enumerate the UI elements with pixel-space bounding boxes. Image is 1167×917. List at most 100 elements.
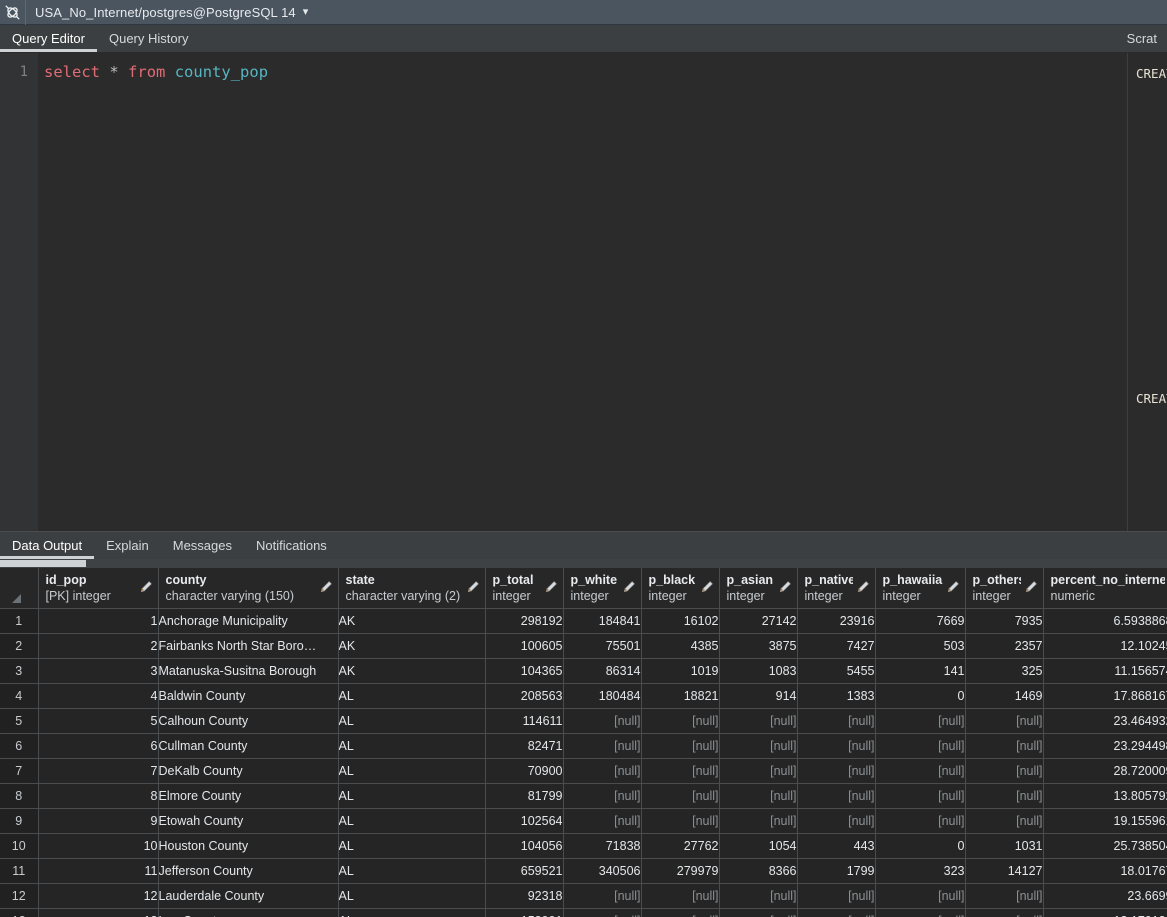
cell-p_total[interactable]: 70900 <box>485 758 564 784</box>
cell-state[interactable]: AL <box>338 833 486 859</box>
cell-percent_no_internet[interactable]: 18.0176706 <box>1043 858 1167 884</box>
cell-id_pop[interactable]: 1 <box>38 608 159 634</box>
cell-p_black[interactable]: [null] <box>641 758 720 784</box>
cell-p_white[interactable]: [null] <box>563 758 642 784</box>
row-number[interactable]: 7 <box>0 758 39 784</box>
cell-p_native[interactable]: [null] <box>797 883 876 909</box>
cell-p_total[interactable]: 158991 <box>485 908 564 917</box>
cell-county[interactable]: Lee County <box>158 908 339 917</box>
row-number[interactable]: 1 <box>0 608 39 634</box>
cell-p_native[interactable]: [null] <box>797 908 876 917</box>
cell-p_others[interactable]: [null] <box>965 783 1044 809</box>
tab-data-output[interactable]: Data Output <box>0 532 95 559</box>
pencil-icon[interactable] <box>466 580 480 594</box>
row-number[interactable]: 13 <box>0 908 39 917</box>
cell-percent_no_internet[interactable]: 23.46493223 <box>1043 708 1167 734</box>
connection-title[interactable]: USA_No_Internet/postgres@PostgreSQL 14 <box>26 5 296 20</box>
cell-p_hawaiian[interactable]: [null] <box>875 883 966 909</box>
cell-state[interactable]: AL <box>338 908 486 917</box>
cell-p_asian[interactable]: [null] <box>719 808 798 834</box>
cell-p_asian[interactable]: 1083 <box>719 658 798 684</box>
cell-county[interactable]: Jefferson County <box>158 858 339 884</box>
cell-p_hawaiian[interactable]: 141 <box>875 658 966 684</box>
cell-p_total[interactable]: 102564 <box>485 808 564 834</box>
pencil-icon[interactable] <box>544 580 558 594</box>
cell-percent_no_internet[interactable]: 13.17013175 <box>1043 908 1167 917</box>
cell-p_total[interactable]: 208563 <box>485 683 564 709</box>
cell-p_native[interactable]: 7427 <box>797 633 876 659</box>
cell-p_native[interactable]: 443 <box>797 833 876 859</box>
cell-p_others[interactable]: [null] <box>965 883 1044 909</box>
cell-id_pop[interactable]: 10 <box>38 833 159 859</box>
scratch-pad-content[interactable]: CREAT Id co st P_ P_ P_ P_ P_ P_ P_ pe )… <box>1128 53 1167 531</box>
cell-p_hawaiian[interactable]: 0 <box>875 683 966 709</box>
cell-p_black[interactable]: [null] <box>641 808 720 834</box>
table-row[interactable]: 7 7 DeKalb County AL 70900 [null] [null] [null]… <box>0 758 1167 784</box>
tab-messages[interactable]: Messages <box>161 532 244 559</box>
table-row[interactable]: 3 3 Matanuska-Susitna Borough AK 104365 86314… <box>0 658 1167 684</box>
cell-id_pop[interactable]: 13 <box>38 908 159 917</box>
cell-p_native[interactable]: 5455 <box>797 658 876 684</box>
connection-icon-box[interactable] <box>0 0 26 25</box>
cell-county[interactable]: Fairbanks North Star Boro… <box>158 633 339 659</box>
cell-id_pop[interactable]: 3 <box>38 658 159 684</box>
cell-p_hawaiian[interactable]: [null] <box>875 908 966 917</box>
row-number[interactable]: 9 <box>0 808 39 834</box>
row-number[interactable]: 5 <box>0 708 39 734</box>
cell-p_white[interactable]: 340506 <box>563 858 642 884</box>
grid-column-header-state[interactable]: state character varying (2) <box>338 568 486 609</box>
cell-p_hawaiian[interactable]: [null] <box>875 783 966 809</box>
cell-p_total[interactable]: 114611 <box>485 708 564 734</box>
cell-state[interactable]: AL <box>338 783 486 809</box>
cell-state[interactable]: AL <box>338 733 486 759</box>
table-row[interactable]: 8 8 Elmore County AL 81799 [null] [null] [null]… <box>0 783 1167 809</box>
cell-percent_no_internet[interactable]: 19.15596141 <box>1043 808 1167 834</box>
row-number[interactable]: 12 <box>0 883 39 909</box>
cell-p_asian[interactable]: 8366 <box>719 858 798 884</box>
cell-p_white[interactable]: 75501 <box>563 633 642 659</box>
cell-p_others[interactable]: [null] <box>965 758 1044 784</box>
grid-column-header-p_others[interactable]: p_others integer <box>965 568 1044 609</box>
cell-p_total[interactable]: 82471 <box>485 733 564 759</box>
cell-id_pop[interactable]: 4 <box>38 683 159 709</box>
cell-p_native[interactable]: 23916 <box>797 608 876 634</box>
cell-p_white[interactable]: [null] <box>563 708 642 734</box>
cell-p_asian[interactable]: 3875 <box>719 633 798 659</box>
cell-state[interactable]: AL <box>338 808 486 834</box>
tab-explain[interactable]: Explain <box>94 532 161 559</box>
table-row[interactable]: 4 4 Baldwin County AL 208563 180484 18821 914 13… <box>0 683 1167 709</box>
cell-id_pop[interactable]: 7 <box>38 758 159 784</box>
pencil-icon[interactable] <box>778 580 792 594</box>
cell-county[interactable]: Elmore County <box>158 783 339 809</box>
cell-p_white[interactable]: 86314 <box>563 658 642 684</box>
cell-county[interactable]: Cullman County <box>158 733 339 759</box>
table-row[interactable]: 6 6 Cullman County AL 82471 [null] [null] [null… <box>0 733 1167 759</box>
pencil-icon[interactable] <box>1024 580 1038 594</box>
sql-editor-code[interactable]: select * from county_pop <box>38 53 1127 531</box>
pencil-icon[interactable] <box>139 580 153 594</box>
cell-percent_no_internet[interactable]: 23.29449817 <box>1043 733 1167 759</box>
cell-state[interactable]: AL <box>338 708 486 734</box>
cell-p_asian[interactable]: [null] <box>719 708 798 734</box>
cell-county[interactable]: Lauderdale County <box>158 883 339 909</box>
cell-p_native[interactable]: [null] <box>797 733 876 759</box>
table-row[interactable]: 12 12 Lauderdale County AL 92318 [null] [null]… <box>0 883 1167 909</box>
cell-p_asian[interactable]: 914 <box>719 683 798 709</box>
table-row[interactable]: 1 1 Anchorage Municipality AK 298192 184841 16… <box>0 608 1167 634</box>
tab-query-editor[interactable]: Query Editor <box>0 25 97 52</box>
table-row[interactable]: 5 5 Calhoun County AL 114611 [null] [null] [nul… <box>0 708 1167 734</box>
tab-notifications[interactable]: Notifications <box>244 532 339 559</box>
cell-p_hawaiian[interactable]: 0 <box>875 833 966 859</box>
cell-p_native[interactable]: [null] <box>797 758 876 784</box>
cell-p_black[interactable]: 27762 <box>641 833 720 859</box>
cell-p_asian[interactable]: 1054 <box>719 833 798 859</box>
cell-p_asian[interactable]: [null] <box>719 783 798 809</box>
pencil-icon[interactable] <box>700 580 714 594</box>
cell-p_white[interactable]: [null] <box>563 908 642 917</box>
pencil-icon[interactable] <box>622 580 636 594</box>
cell-p_white[interactable]: 71838 <box>563 833 642 859</box>
grid-column-header-p_native[interactable]: p_native integer <box>797 568 876 609</box>
cell-state[interactable]: AK <box>338 608 486 634</box>
grid-horizontal-scrollbar[interactable] <box>0 559 1167 568</box>
pencil-icon[interactable] <box>856 580 870 594</box>
